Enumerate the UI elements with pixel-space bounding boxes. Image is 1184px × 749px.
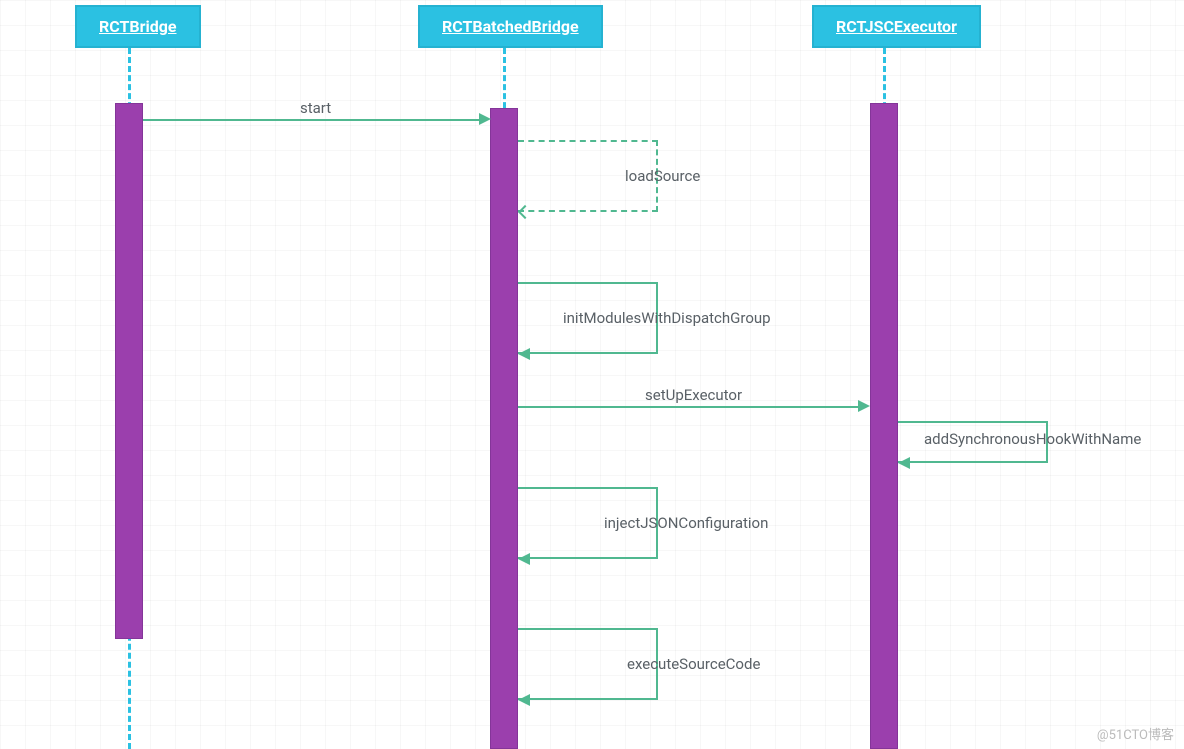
participant-rctbatchedbridge: RCTBatchedBridge bbox=[418, 5, 603, 48]
arrow-setupexecutor bbox=[518, 406, 865, 408]
participant-rctbridge: RCTBridge bbox=[75, 5, 201, 48]
self-executesource-head bbox=[518, 694, 530, 706]
activation-rctbridge bbox=[115, 103, 143, 639]
self-injectjson-head bbox=[518, 553, 530, 565]
label-setupexecutor: setUpExecutor bbox=[645, 386, 742, 404]
participant-rctjscexecutor: RCTJSCExecutor bbox=[812, 5, 981, 48]
label-executesource: executeSourceCode bbox=[627, 655, 760, 673]
arrow-start bbox=[143, 119, 485, 121]
activation-rctjscexecutor bbox=[870, 103, 898, 749]
self-initmodules-head bbox=[518, 348, 530, 360]
label-loadsource: loadSource bbox=[625, 167, 700, 185]
label-injectjson: injectJSONConfiguration bbox=[604, 514, 768, 532]
arrow-start-head bbox=[479, 113, 491, 125]
arrow-setupexecutor-head bbox=[858, 400, 870, 412]
label-addsynchook: addSynchronousHookWithName bbox=[924, 430, 1141, 448]
watermark: @51CTO博客 bbox=[1097, 724, 1174, 743]
self-addsynchook-head bbox=[898, 457, 910, 469]
activation-rctbatchedbridge bbox=[490, 108, 518, 749]
label-initmodules: initModulesWithDispatchGroup bbox=[563, 309, 771, 327]
label-start: start bbox=[300, 99, 331, 117]
